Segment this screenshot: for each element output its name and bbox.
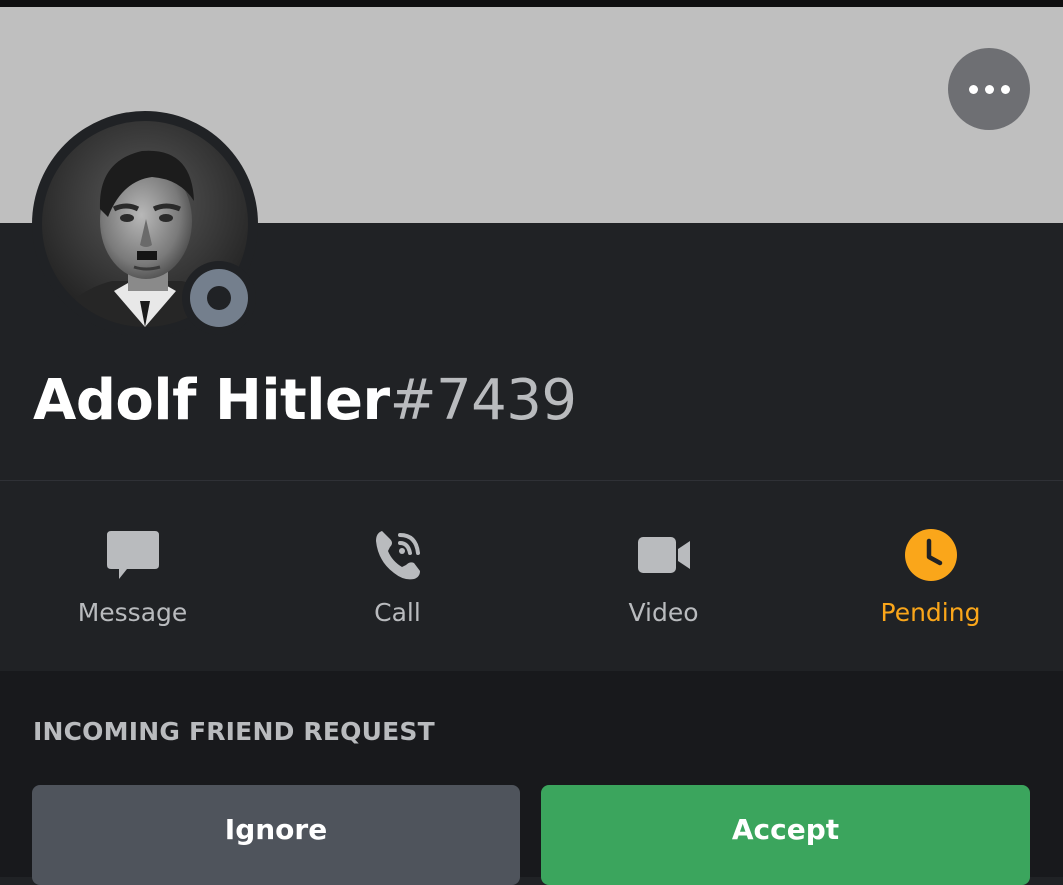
accept-button[interactable]: Accept	[541, 785, 1030, 885]
chat-bubble-icon	[106, 531, 159, 579]
offline-status-icon	[190, 269, 248, 327]
call-action[interactable]: Call	[265, 481, 530, 671]
more-horizontal-icon	[968, 84, 978, 94]
pending-label: Pending	[880, 598, 981, 627]
phone-call-icon	[375, 531, 420, 580]
username-row: Adolf Hitler#7439	[33, 366, 577, 436]
pending-action[interactable]: Pending	[798, 481, 1063, 671]
action-bar: Message Call Video Pending	[0, 481, 1063, 671]
ignore-button[interactable]: Ignore	[32, 785, 520, 885]
video-label: Video	[628, 598, 699, 627]
status-indicator	[182, 261, 256, 335]
discriminator: #7439	[389, 368, 577, 433]
message-label: Message	[77, 598, 188, 627]
section-heading: INCOMING FRIEND REQUEST	[33, 717, 435, 746]
call-label: Call	[374, 598, 421, 627]
more-dot	[984, 84, 994, 94]
more-options-button[interactable]	[948, 48, 1030, 130]
message-action[interactable]: Message	[0, 481, 265, 671]
more-dot	[1000, 84, 1010, 94]
status-bar-edge	[0, 0, 1063, 7]
username: Adolf Hitler	[33, 368, 390, 433]
status-dot-hole	[207, 286, 231, 310]
video-camera-icon	[637, 537, 690, 573]
video-action[interactable]: Video	[531, 481, 796, 671]
clock-icon	[904, 529, 957, 581]
